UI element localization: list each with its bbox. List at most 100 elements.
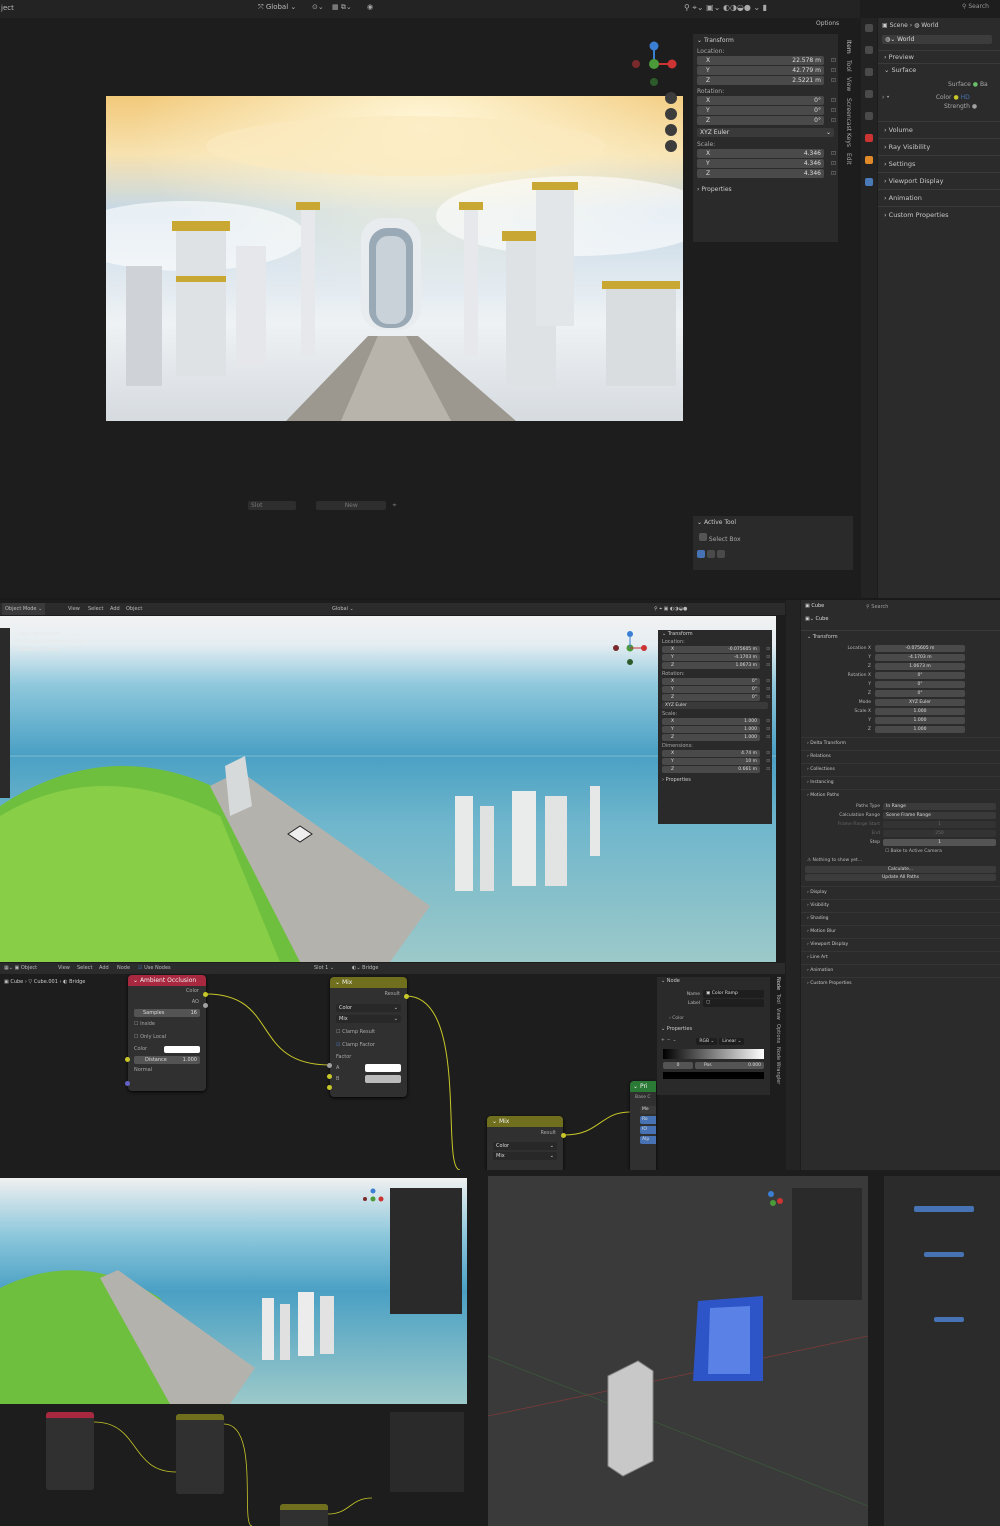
object-subsection-2[interactable]: › Collections: [801, 763, 1000, 776]
update-all-paths-button[interactable]: Update All Paths: [805, 874, 996, 881]
camera-icon[interactable]: [665, 124, 677, 136]
proportional-icon[interactable]: ◉: [367, 3, 373, 11]
transform-field-row[interactable]: X -0.075605 m ⊡: [662, 646, 770, 653]
ne-tab-node-wrangler[interactable]: Node Wrangler: [775, 1047, 781, 1084]
world-section-3[interactable]: › Viewport Display: [878, 172, 1000, 189]
tab-item[interactable]: Item: [845, 40, 852, 54]
properties-subpanel-2[interactable]: › Properties: [658, 774, 772, 787]
tab-view[interactable]: View: [845, 77, 852, 91]
calculate-button[interactable]: Calculate...: [805, 866, 996, 873]
add-stop-button[interactable]: +: [661, 1038, 665, 1045]
transform-field-row[interactable]: Z 0° ⊡: [697, 116, 836, 125]
lock-icon[interactable]: ⊡: [766, 758, 770, 765]
properties-subpanel[interactable]: › Properties: [693, 179, 838, 200]
color-subpanel[interactable]: › Color: [657, 1008, 770, 1023]
modifier-icon[interactable]: [865, 178, 873, 186]
object-icon[interactable]: [865, 156, 873, 164]
new-button[interactable]: New: [316, 501, 387, 510]
step-field[interactable]: 1: [883, 839, 996, 846]
prop-value-field[interactable]: 1.0673 m: [875, 663, 965, 670]
lock-icon[interactable]: ⊡: [831, 169, 836, 178]
view-layer-icon[interactable]: [865, 90, 873, 98]
principled-bsdf-node[interactable]: ⌄ Pri Base C Me Ro IO Alp: [630, 1081, 656, 1170]
ramp-interpolation[interactable]: Linear ⌄: [719, 1038, 745, 1045]
distance-field[interactable]: Distance 1.000: [134, 1056, 200, 1064]
principled-input[interactable]: Ro: [640, 1116, 656, 1124]
transform-field-row[interactable]: Y 4.346 ⊡: [697, 159, 836, 168]
transform-field-row[interactable]: Z 0° ⊡: [662, 694, 770, 701]
principled-input[interactable]: IO: [640, 1126, 656, 1134]
mini-nav-gizmo-left[interactable]: [362, 1188, 384, 1210]
pan-icon[interactable]: [665, 108, 677, 120]
principled-header[interactable]: ⌄ Pri: [630, 1081, 656, 1092]
lock-icon[interactable]: ⊡: [766, 694, 770, 701]
output-icon[interactable]: [865, 68, 873, 76]
transform-field-row[interactable]: X 4.346 ⊡: [697, 149, 836, 158]
lock-icon[interactable]: ⊡: [766, 718, 770, 725]
transform-header-2[interactable]: ⌄ Transform: [658, 630, 772, 638]
transform-field-row[interactable]: Y 10 m ⊡: [662, 758, 770, 765]
prop-value-field[interactable]: 1.000: [875, 726, 965, 733]
world-section-4[interactable]: › Animation: [878, 189, 1000, 206]
transform-field-row[interactable]: Y 0° ⊡: [697, 106, 836, 115]
object-subsection-4[interactable]: › Motion Paths: [801, 789, 1000, 802]
lock-icon[interactable]: ⊡: [766, 662, 770, 669]
select-box-tool[interactable]: Select Box: [693, 529, 853, 548]
object-bottom-section-3[interactable]: › Motion Blur: [801, 925, 1000, 938]
options-dropdown[interactable]: Options: [816, 20, 839, 27]
prop-value-field[interactable]: 1.000: [875, 717, 965, 724]
samples-field[interactable]: Samples 16: [134, 1009, 200, 1017]
color-ramp-gradient[interactable]: [663, 1049, 764, 1059]
transform-field-row[interactable]: Z 2.5221 m ⊡: [697, 76, 836, 85]
mix-node-2[interactable]: ⌄ Mix Result Color ⌄ Mix ⌄: [487, 1116, 563, 1170]
props-search-2[interactable]: ⚲ Search: [866, 604, 888, 610]
object-bottom-section-0[interactable]: › Display: [801, 886, 1000, 899]
mix-factor-socket[interactable]: [327, 1063, 332, 1068]
lock-icon[interactable]: ⊡: [766, 726, 770, 733]
clamp-factor-checkbox[interactable]: ☑ Clamp Factor: [330, 1039, 407, 1052]
world-section-2[interactable]: › Settings: [878, 155, 1000, 172]
scene-icon[interactable]: [865, 112, 873, 120]
ramp-stop-index[interactable]: 0: [663, 1062, 693, 1069]
global-dropdown[interactable]: ⤧ Global ⌄: [258, 3, 296, 12]
mix-result-socket[interactable]: [404, 994, 409, 999]
lock-icon[interactable]: ⊡: [766, 678, 770, 685]
tab-screencast-keys[interactable]: Screencast Keys: [845, 98, 852, 147]
lock-icon[interactable]: ⊡: [766, 734, 770, 741]
ramp-menu[interactable]: ⌄: [673, 1038, 677, 1045]
transform-field-row[interactable]: Z 1.000 ⊡: [662, 734, 770, 741]
slot-dropdown[interactable]: Slot: [248, 501, 296, 510]
mix-node-2-header[interactable]: ⌄ Mix: [487, 1116, 563, 1127]
active-tool-header[interactable]: ⌄ Active Tool: [693, 516, 853, 529]
tab-tool[interactable]: Tool: [845, 60, 852, 72]
lock-icon[interactable]: ⊡: [831, 76, 836, 85]
tab-edit[interactable]: Edit: [845, 153, 852, 165]
lock-icon[interactable]: ⊡: [766, 766, 770, 773]
end-field[interactable]: 250: [883, 830, 996, 837]
calc-range-dropdown[interactable]: Scene Frame Range: [883, 812, 996, 819]
ramp-stop-color[interactable]: [663, 1072, 764, 1079]
ao-normal-socket[interactable]: [125, 1081, 130, 1086]
ne-tab-view[interactable]: View: [775, 1008, 781, 1020]
transform-field-row[interactable]: Z 1.0673 m ⊡: [662, 662, 770, 669]
ao-colorin-socket[interactable]: [125, 1057, 130, 1062]
lock-icon[interactable]: ⊡: [766, 686, 770, 693]
render-icon[interactable]: [865, 46, 873, 54]
ao-color-socket[interactable]: [203, 992, 208, 997]
prop-value-field[interactable]: 0°: [875, 681, 965, 688]
paths-type-dropdown[interactable]: In Range: [883, 803, 996, 810]
rotation-mode-dropdown-2[interactable]: XYZ Euler: [662, 702, 768, 709]
global-dropdown-2[interactable]: Global ⌄: [332, 603, 354, 615]
transform-field-row[interactable]: X 0° ⊡: [662, 678, 770, 685]
lock-icon[interactable]: ⊡: [831, 66, 836, 75]
ao-ao-socket[interactable]: [203, 1003, 208, 1008]
navigation-gizmo[interactable]: [628, 40, 680, 92]
lock-icon[interactable]: ⊡: [831, 149, 836, 158]
object-bottom-section-7[interactable]: › Custom Properties: [801, 977, 1000, 990]
node-editor[interactable]: ▦⌄ ▣ Object View Select Add Node ☑ Use N…: [0, 963, 785, 1170]
transform-field-row[interactable]: X 1.000 ⊡: [662, 718, 770, 725]
world-section-5[interactable]: › Custom Properties: [878, 206, 1000, 223]
ne-tab-node[interactable]: Node: [775, 977, 781, 990]
transform-field-row[interactable]: Y 0° ⊡: [662, 686, 770, 693]
preview-section[interactable]: › Preview: [878, 50, 1000, 63]
